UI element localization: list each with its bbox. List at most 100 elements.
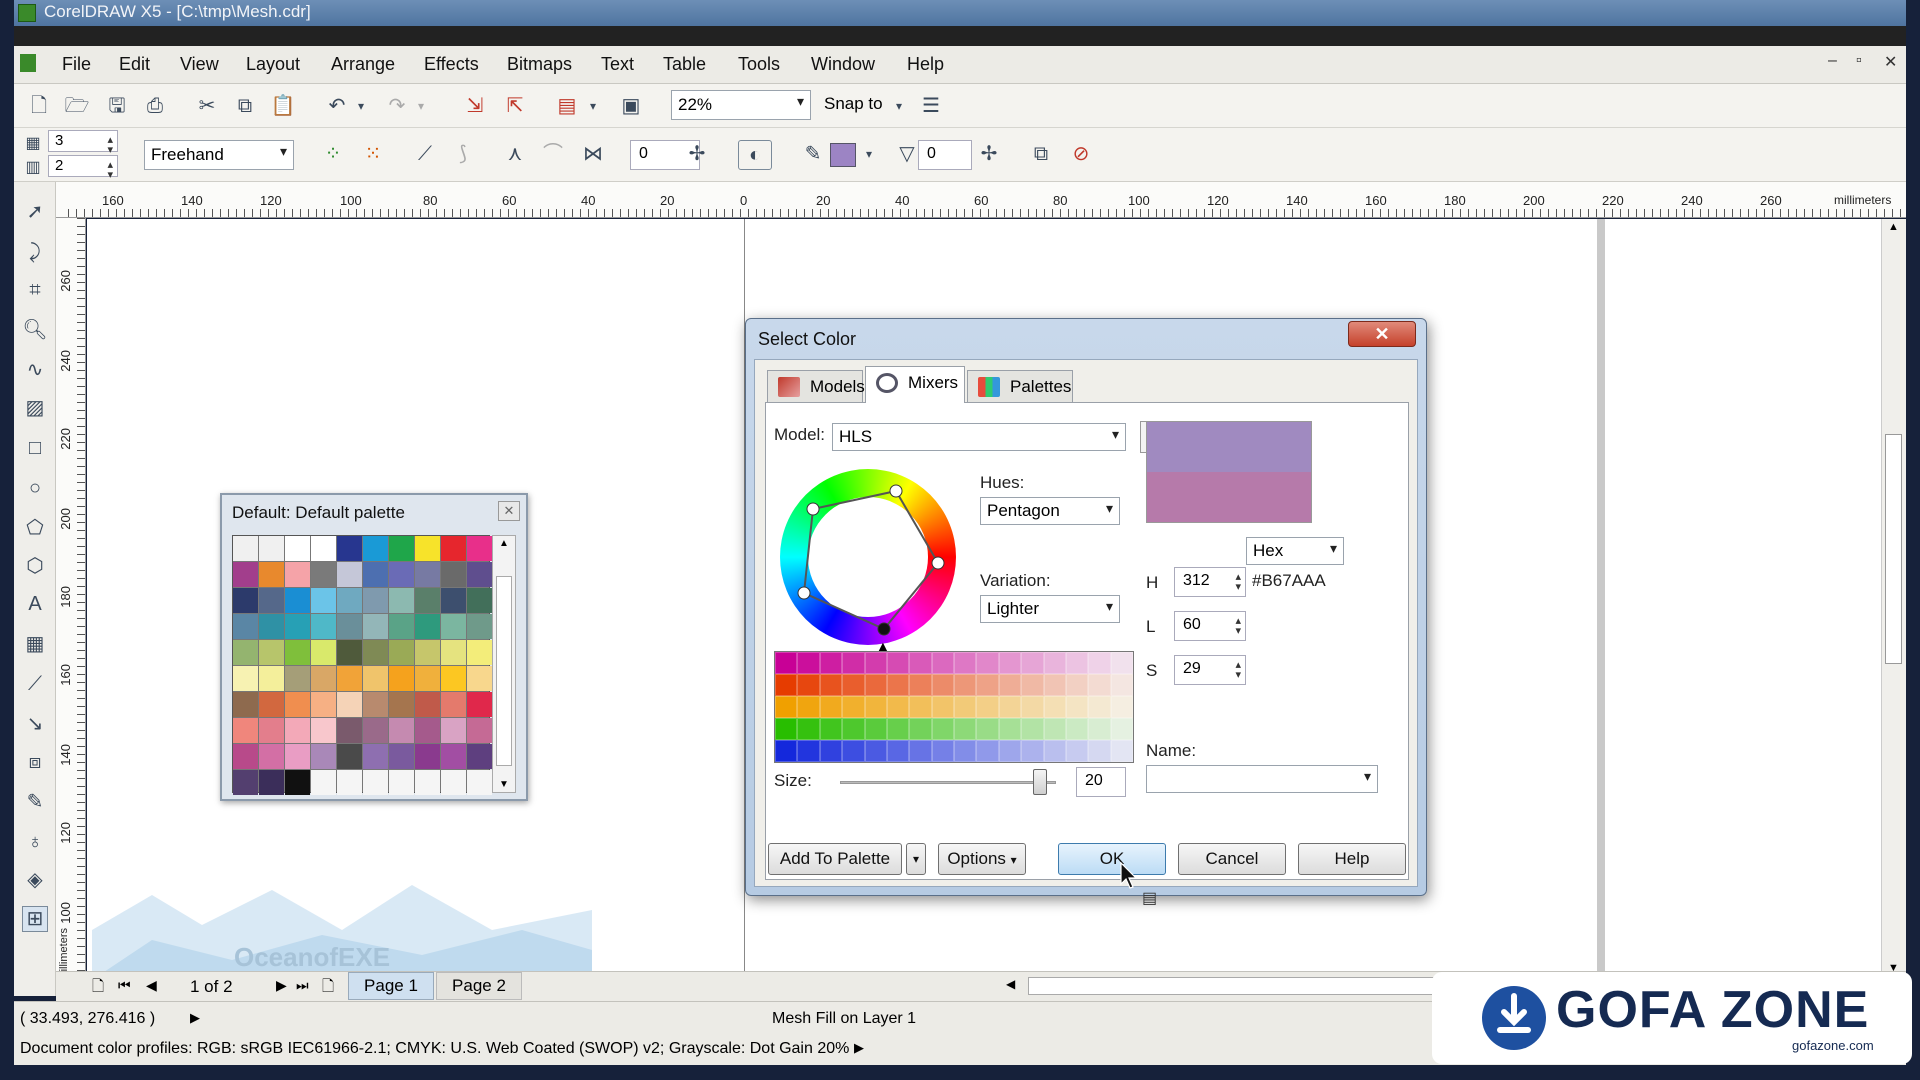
smooth-node-icon[interactable]: ⌒ [540, 142, 566, 166]
variation-swatch[interactable] [931, 740, 954, 762]
cusp-node-icon[interactable]: ⋏ [502, 142, 528, 166]
menu-arrange[interactable]: Arrange [331, 54, 395, 75]
export-icon[interactable]: ⇱ [502, 94, 528, 118]
variation-swatch[interactable] [1065, 652, 1089, 674]
palette-swatch[interactable] [233, 640, 258, 665]
palette-swatch[interactable] [337, 640, 362, 665]
variation-swatch[interactable] [1110, 718, 1133, 740]
variation-swatch[interactable] [1065, 718, 1089, 740]
tab-page-2[interactable]: Page 2 [436, 972, 522, 1000]
selection-mode-combo[interactable]: Freehand ▾ [144, 140, 294, 170]
transparency-input[interactable]: 0 [918, 140, 972, 170]
zoom-tool-icon[interactable]: 🔍︎ [22, 318, 48, 342]
doc-restore-icon[interactable]: ▫ [1856, 52, 1862, 70]
expand-arrow-icon[interactable]: ▶ [190, 1010, 200, 1026]
variation-swatch[interactable] [819, 652, 843, 674]
palette-swatch[interactable] [233, 614, 258, 639]
clear-mesh-icon[interactable]: ⊘ [1068, 142, 1094, 166]
ok-button[interactable]: OK [1058, 843, 1166, 875]
variation-swatch[interactable] [998, 674, 1022, 696]
variation-swatch[interactable] [819, 718, 843, 740]
variation-swatch[interactable] [1065, 696, 1089, 718]
transparency-slider-icon[interactable]: ✢ [976, 142, 1002, 166]
doc-close-icon[interactable]: ✕ [1884, 52, 1897, 72]
variation-swatch[interactable] [954, 674, 977, 696]
variation-swatch[interactable] [1065, 674, 1089, 696]
palette-swatch[interactable] [441, 718, 466, 743]
palette-swatch[interactable] [363, 640, 388, 665]
cancel-button[interactable]: Cancel [1178, 843, 1286, 875]
next-page-icon[interactable]: ▶ [276, 977, 287, 994]
palette-swatch[interactable] [311, 666, 336, 691]
spin-arrows-icon[interactable]: ▴ ▾ [1235, 616, 1241, 637]
variation-swatch[interactable] [819, 740, 843, 762]
eyedropper-icon[interactable]: ✎ [800, 142, 826, 166]
add-node-icon[interactable]: ⁘ [320, 142, 346, 166]
palette-swatch[interactable] [233, 692, 258, 717]
hues-select[interactable]: Pentagon ▾ [980, 497, 1120, 525]
menu-file[interactable]: File [62, 54, 91, 75]
variation-swatch[interactable] [976, 674, 999, 696]
variation-swatch[interactable] [1110, 674, 1133, 696]
elastic-mode-icon[interactable]: ◐ [738, 140, 772, 170]
spin-arrows-icon[interactable]: ▴ ▾ [107, 160, 113, 181]
variation-swatch[interactable] [775, 718, 798, 740]
mesh-columns-input[interactable]: 2 ▴ ▾ [48, 155, 118, 181]
palette-swatch[interactable] [467, 562, 492, 587]
variation-swatch[interactable] [1110, 740, 1133, 762]
palette-swatch[interactable] [337, 770, 362, 795]
variation-swatch[interactable] [864, 718, 887, 740]
menu-table[interactable]: Table [663, 54, 706, 75]
variation-swatch[interactable] [954, 740, 977, 762]
variation-swatch[interactable] [998, 652, 1022, 674]
to-curve-icon[interactable]: ⟆ [450, 142, 476, 166]
palette-swatch[interactable] [441, 588, 466, 613]
palette-swatch[interactable] [441, 744, 466, 769]
vertical-scroll-thumb[interactable] [1885, 434, 1902, 664]
mesh-fill-color-swatch[interactable] [830, 143, 856, 167]
zoom-level-combo[interactable]: 22% ▾ [671, 90, 811, 120]
palette-swatch[interactable] [259, 562, 284, 587]
variation-swatch[interactable] [931, 718, 954, 740]
palette-swatch[interactable] [363, 562, 388, 587]
variation-swatch[interactable] [842, 718, 865, 740]
palette-swatch[interactable] [389, 770, 414, 795]
variation-swatch[interactable] [976, 652, 999, 674]
menu-edit[interactable]: Edit [119, 54, 150, 75]
scroll-up-icon[interactable]: ▲ [1888, 221, 1899, 233]
variation-swatch[interactable] [1021, 652, 1044, 674]
variation-swatch[interactable] [1088, 740, 1111, 762]
new-icon[interactable]: 🗋 [26, 94, 52, 118]
variation-swatch[interactable] [909, 718, 932, 740]
palette-swatch[interactable] [467, 770, 492, 795]
palette-swatch[interactable] [259, 770, 284, 795]
symmetrical-node-icon[interactable]: ⋈ [580, 142, 606, 166]
variation-swatch[interactable] [976, 740, 999, 762]
ellipse-tool-icon[interactable]: ○ [22, 476, 48, 500]
palette-swatch[interactable] [337, 744, 362, 769]
palette-swatch[interactable] [233, 666, 258, 691]
close-icon[interactable]: ✕ [498, 501, 520, 521]
horizontal-ruler[interactable]: 160 140 120 100 80 60 40 20 0 20 40 60 8… [68, 182, 1906, 218]
mesh-rows-input[interactable]: 3 ▴ ▾ [48, 130, 118, 156]
menu-layout[interactable]: Layout [246, 54, 300, 75]
variation-swatch[interactable] [909, 696, 932, 718]
outline-tool-icon[interactable]: ♁ [22, 830, 48, 854]
variation-swatch[interactable] [954, 652, 977, 674]
palette-swatch[interactable] [285, 536, 310, 561]
variation-swatch[interactable] [998, 740, 1022, 762]
variation-swatch[interactable] [1088, 718, 1111, 740]
crop-tool-icon[interactable]: ⌗ [22, 278, 48, 302]
variation-swatch[interactable] [976, 718, 999, 740]
variation-swatch[interactable] [909, 674, 932, 696]
cut-icon[interactable]: ✂ [194, 94, 220, 118]
value-format-select[interactable]: Hex ▾ [1246, 537, 1344, 565]
palette-swatch[interactable] [285, 640, 310, 665]
save-icon[interactable]: 🖫 [104, 94, 130, 118]
palette-swatch[interactable] [363, 588, 388, 613]
palette-swatch[interactable] [337, 666, 362, 691]
palette-swatch[interactable] [233, 718, 258, 743]
variation-swatch[interactable] [797, 674, 820, 696]
l-input[interactable]: 60 ▴ ▾ [1174, 611, 1246, 641]
redo-icon[interactable]: ↷ [384, 94, 410, 118]
